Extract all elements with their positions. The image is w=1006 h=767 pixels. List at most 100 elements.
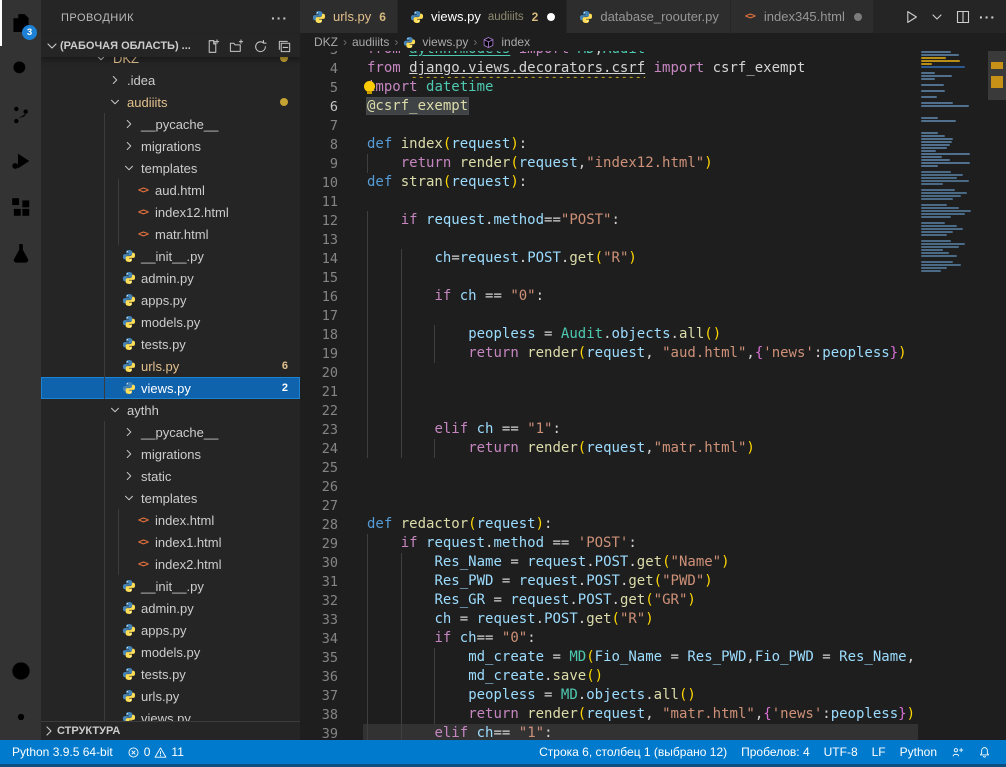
line-number[interactable]: 21 — [300, 384, 363, 400]
line-number[interactable]: 26 — [300, 479, 363, 495]
line-number[interactable]: 19 — [300, 346, 363, 362]
run-button[interactable] — [901, 6, 921, 28]
explorer-more-icon[interactable]: ··· — [271, 10, 288, 26]
line-number[interactable]: 31 — [300, 574, 363, 590]
collapse-all-icon[interactable] — [277, 39, 292, 54]
breadcrumb-item-index[interactable]: index — [482, 35, 530, 50]
run-dropdown[interactable] — [927, 6, 947, 28]
code-line-4[interactable]: 4from django.views.decorators.csrf impor… — [300, 59, 918, 78]
code-line-14[interactable]: 14ch=request.POST.get("R") — [300, 249, 918, 268]
code-line-33[interactable]: 33ch = request.POST.get("R") — [300, 610, 918, 629]
tree-item-index12.html[interactable]: <>index12.html — [41, 201, 300, 223]
overview-ruler[interactable] — [988, 33, 1006, 740]
activity-source-control-icon[interactable] — [0, 92, 41, 138]
line-number[interactable]: 12 — [300, 213, 363, 229]
tree-item-migrations[interactable]: migrations — [41, 135, 300, 157]
code-line-17[interactable]: 17 — [300, 306, 918, 325]
tab-database_roouter.py[interactable]: database_roouter.py — [567, 0, 731, 33]
line-number[interactable]: 15 — [300, 270, 363, 286]
line-number[interactable]: 36 — [300, 669, 363, 685]
tree-item-views.py[interactable]: views.py2 — [41, 377, 300, 399]
tree-item-audiiits[interactable]: audiiits — [41, 91, 300, 113]
unsaved-dot-icon[interactable] — [854, 13, 862, 21]
line-number[interactable]: 23 — [300, 422, 363, 438]
tree-item-models.py[interactable]: models.py — [41, 311, 300, 333]
line-number[interactable]: 7 — [300, 118, 363, 134]
code-line-7[interactable]: 7 — [300, 116, 918, 135]
code-line-8[interactable]: 8def index(request): — [300, 135, 918, 154]
line-number[interactable]: 28 — [300, 517, 363, 533]
tree-item-admin.py[interactable]: admin.py — [41, 267, 300, 289]
line-number[interactable]: 30 — [300, 555, 363, 571]
code-line-31[interactable]: 31Res_PWD = request.POST.get("PWD") — [300, 572, 918, 591]
code-line-30[interactable]: 30Res_Name = request.POST.get("Name") — [300, 553, 918, 572]
line-number[interactable]: 25 — [300, 460, 363, 476]
line-number[interactable]: 9 — [300, 156, 363, 172]
line-number[interactable]: 35 — [300, 650, 363, 666]
tab-views.py[interactable]: views.pyaudiiits2 — [398, 0, 567, 33]
code-line-6[interactable]: 6@csrf_exempt — [300, 97, 918, 116]
feedback-icon[interactable] — [944, 740, 971, 764]
indentation-status[interactable]: Пробелов: 4 — [734, 740, 817, 764]
tree-item-__pycache__[interactable]: __pycache__ — [41, 421, 300, 443]
code-line-38[interactable]: 38return render(request, "matr.html",{'n… — [300, 705, 918, 724]
line-number[interactable]: 13 — [300, 232, 363, 248]
tree-item-index1.html[interactable]: <>index1.html — [41, 531, 300, 553]
line-number[interactable]: 37 — [300, 688, 363, 704]
code-line-23[interactable]: 23elif ch == "1": — [300, 420, 918, 439]
code-line-3[interactable]: 3from aythh.models import MD,Audit — [300, 51, 918, 59]
line-number[interactable]: 34 — [300, 631, 363, 647]
activity-explorer-icon[interactable]: 3 — [0, 0, 41, 46]
tree-item-views.py[interactable]: views.py — [41, 707, 300, 722]
line-number[interactable]: 18 — [300, 327, 363, 343]
code-line-27[interactable]: 27 — [300, 496, 918, 515]
tree-item-index2.html[interactable]: <>index2.html — [41, 553, 300, 575]
code-line-12[interactable]: 12if request.method=="POST": — [300, 211, 918, 230]
new-file-icon[interactable] — [205, 39, 220, 54]
tree-item-models.py[interactable]: models.py — [41, 641, 300, 663]
tree-item-urls.py[interactable]: urls.py — [41, 685, 300, 707]
code-line-29[interactable]: 29if request.method == 'POST': — [300, 534, 918, 553]
tree-item-matr.html[interactable]: <>matr.html — [41, 223, 300, 245]
line-number[interactable]: 6 — [300, 99, 363, 115]
eol-status[interactable]: LF — [865, 740, 893, 764]
tree-item-__pycache__[interactable]: __pycache__ — [41, 113, 300, 135]
activity-extensions-icon[interactable] — [0, 184, 41, 230]
editor-more-button[interactable]: ··· — [979, 9, 996, 25]
code-line-26[interactable]: 26 — [300, 477, 918, 496]
code-line-21[interactable]: 21 — [300, 382, 918, 401]
tree-item-migrations[interactable]: migrations — [41, 443, 300, 465]
tree-item-templates[interactable]: templates — [41, 487, 300, 509]
code-line-36[interactable]: 36md_create.save() — [300, 667, 918, 686]
code-line-11[interactable]: 11 — [300, 192, 918, 211]
line-number[interactable]: 10 — [300, 175, 363, 191]
tree-item-tests.py[interactable]: tests.py — [41, 663, 300, 685]
code-line-5[interactable]: 5import datetime — [300, 78, 918, 97]
language-mode-status[interactable]: Python — [893, 740, 944, 764]
code-line-28[interactable]: 28def redactor(request): — [300, 515, 918, 534]
code-line-10[interactable]: 10def stran(request): — [300, 173, 918, 192]
split-editor-button[interactable] — [953, 6, 973, 28]
line-number[interactable]: 3 — [300, 51, 363, 58]
line-number[interactable]: 27 — [300, 498, 363, 514]
tree-item-admin.py[interactable]: admin.py — [41, 597, 300, 619]
code-line-15[interactable]: 15 — [300, 268, 918, 287]
breadcrumb-item-views.py[interactable]: views.py — [403, 35, 468, 50]
line-number[interactable]: 32 — [300, 593, 363, 609]
breadcrumb-item-DKZ[interactable]: DKZ — [314, 35, 338, 49]
tab-index345.html[interactable]: <>index345.html — [731, 0, 874, 33]
python-interpreter-status[interactable]: Python 3.9.5 64-bit — [5, 740, 120, 764]
notifications-bell-icon[interactable] — [971, 740, 998, 764]
code-line-39[interactable]: 39elif ch== "1": — [300, 724, 918, 740]
activity-run-debug-icon[interactable] — [0, 138, 41, 184]
code-line-22[interactable]: 22 — [300, 401, 918, 420]
line-number[interactable]: 11 — [300, 194, 363, 210]
new-folder-icon[interactable] — [229, 39, 244, 54]
tree-item-.idea[interactable]: .idea — [41, 69, 300, 91]
tree-item-__init__.py[interactable]: __init__.py — [41, 245, 300, 267]
cursor-position-status[interactable]: Строка 6, столбец 1 (выбрано 12) — [532, 740, 734, 764]
tree-item-urls.py[interactable]: urls.py6 — [41, 355, 300, 377]
line-number[interactable]: 24 — [300, 441, 363, 457]
tab-urls.py[interactable]: urls.py6 — [300, 0, 398, 33]
line-number[interactable]: 20 — [300, 365, 363, 381]
